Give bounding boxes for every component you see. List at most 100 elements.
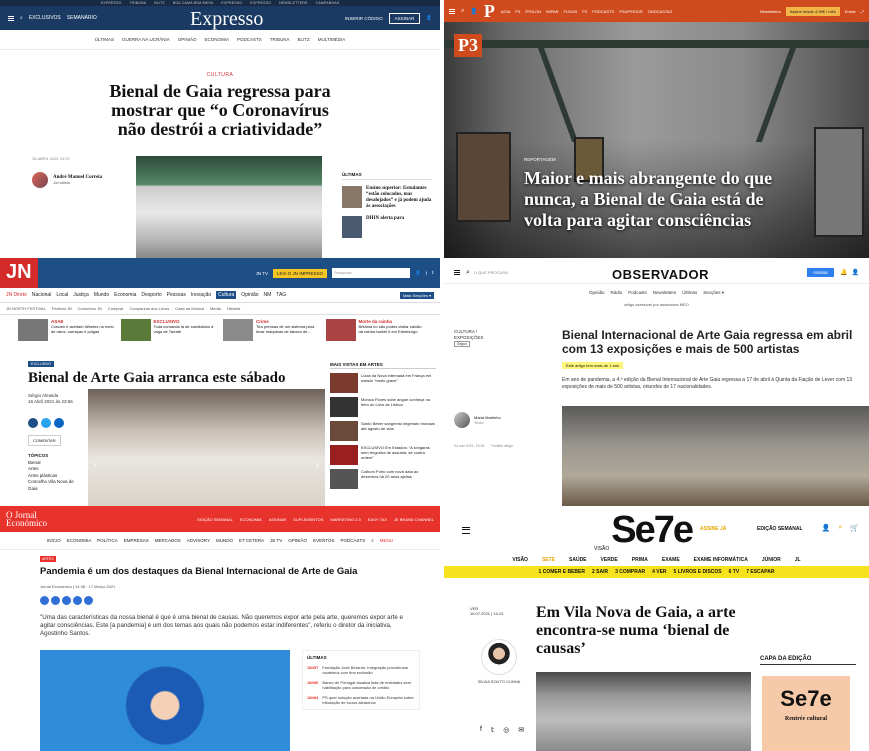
article-tag[interactable]: ARTES — [40, 556, 56, 562]
nav-item[interactable]: Local — [56, 292, 68, 298]
subscribe-button[interactable]: Assinar — [807, 268, 835, 277]
user-icon[interactable]: 👤 — [426, 15, 432, 21]
facebook-icon[interactable]: f — [426, 271, 427, 276]
nav-item[interactable]: PRIMA — [632, 557, 648, 563]
nav-item[interactable]: Nacional — [32, 292, 51, 298]
nav-item[interactable]: IMPAR — [546, 9, 558, 14]
subscribe-button[interactable]: Assine desde 4,99€ / mês — [785, 6, 840, 16]
nav-item[interactable]: Inovação — [191, 292, 211, 298]
top-link[interactable]: CAMPANHAS — [316, 1, 340, 5]
nav-item[interactable]: EDIÇÃO SEMANAL — [197, 517, 233, 522]
nav-item[interactable]: MERCADOS — [155, 538, 181, 543]
bell-icon[interactable]: 🔔 — [840, 269, 847, 276]
list-item[interactable]: 18h54 PS quer solução acertada na União E… — [307, 695, 415, 705]
p3-logo[interactable]: P — [484, 1, 495, 22]
nav-item[interactable]: Desporto — [141, 292, 161, 298]
search-input[interactable]: Pesquisar — [332, 268, 411, 278]
facebook-share-icon[interactable] — [28, 418, 38, 428]
nav-item[interactable]: MUNDO — [216, 538, 233, 543]
nav-item[interactable]: PODCASTS — [237, 37, 262, 42]
email-share-icon[interactable] — [84, 596, 93, 605]
nav-item[interactable]: PODCASTS — [341, 538, 366, 543]
list-item[interactable]: Santo Beber sangrento ilegenato monalal … — [330, 421, 436, 441]
nav-item[interactable]: SUPLEMENTOS — [293, 517, 323, 522]
linkedin-share-icon[interactable] — [62, 596, 71, 605]
nav-item[interactable]: Opinião — [589, 290, 605, 296]
top-link[interactable]: BOA CAMA BOA MESA — [173, 1, 214, 5]
subnav-item[interactable]: Casa da Música — [175, 306, 204, 311]
nav-item[interactable]: ADVISORY — [187, 538, 210, 543]
search-icon[interactable]: ⌕ — [838, 524, 842, 532]
nav-item[interactable]: EVENTOS — [313, 538, 334, 543]
observador-logo[interactable]: OBSERVADOR — [612, 267, 709, 282]
nav-item[interactable]: NM — [264, 292, 272, 298]
nav-item[interactable]: JL — [795, 557, 801, 563]
menu-icon[interactable] — [8, 15, 14, 21]
nav-item[interactable]: PSUPERIOR — [619, 9, 643, 14]
nav-item[interactable]: OPINIÃO — [288, 538, 307, 543]
print-edition-button[interactable]: LEIA O JN IMPRESSO — [273, 268, 328, 278]
nav-item[interactable]: Pessoas — [167, 292, 186, 298]
nav-item[interactable]: EXAME INFORMÁTICA — [694, 557, 748, 563]
nav-item[interactable]: TRIBUNA — [270, 37, 290, 42]
menu-icon[interactable] — [449, 8, 455, 14]
nav-item[interactable]: ET CETERA — [239, 538, 264, 543]
nav-item[interactable]: ÚLTIMAS — [95, 37, 114, 42]
top-link[interactable]: EXPRESSO — [250, 1, 271, 5]
category-label[interactable]: CULTURA / EXPOSIÇÕES — [454, 329, 488, 341]
nav-item[interactable]: Secções ▾ — [703, 290, 724, 296]
subnav-item[interactable]: Media — [210, 306, 221, 311]
expresso-logo[interactable]: Expresso — [190, 8, 263, 31]
topic-link[interactable]: Concelho Vila Nova de Gaia — [28, 479, 78, 492]
jn-tv-link[interactable]: JN TV — [256, 271, 268, 276]
menu-icon[interactable] — [454, 270, 460, 275]
subnav-item[interactable]: História — [227, 306, 241, 311]
whatsapp-share-icon[interactable]: ◎ — [503, 726, 509, 734]
author-name[interactable]: SÍLVIA SOUTO CUNHA — [474, 679, 524, 684]
top-link[interactable]: TRIBUNA — [130, 1, 147, 5]
nav-item[interactable]: TAG — [276, 292, 286, 298]
strip-item[interactable]: EXCLUSIVO Toda comanda lá de candidatos à… — [120, 319, 218, 347]
nav-item[interactable]: PODCASTS — [592, 9, 614, 14]
twitter-share-icon[interactable] — [41, 418, 51, 428]
nav-item[interactable]: FUGAS — [564, 9, 578, 14]
je-logo[interactable]: O Jornal Económico — [6, 511, 47, 528]
search-input[interactable]: O QUE PROCURA — [474, 270, 508, 275]
nav-item[interactable]: P3 — [582, 9, 587, 14]
exclusivos-link[interactable]: EXCLUSIVOS — [29, 15, 61, 21]
login-link[interactable]: Entrar — [845, 9, 856, 14]
subnav-item[interactable]: Companhia dos Livros — [129, 306, 169, 311]
email-share-icon[interactable]: ✉ — [518, 726, 524, 734]
nav-item[interactable]: JE TV — [270, 538, 282, 543]
strip-item[interactable]: ASAE Cravam e aceitam bilhetes no meio de… — [18, 319, 115, 347]
nav-item[interactable]: Opinião — [241, 292, 258, 298]
nav-item[interactable]: OPINIÃO — [178, 37, 197, 42]
nav-item[interactable]: EXAME — [662, 557, 680, 563]
section-link[interactable]: 7 ESCAPAR — [746, 569, 774, 575]
nav-item[interactable]: MULTIMÉDIA — [318, 37, 345, 42]
list-item[interactable]: Ensino superior: Estudantes “estão coloc… — [342, 186, 432, 210]
subnav-item[interactable]: Concertos JN — [78, 306, 102, 311]
nav-item[interactable]: MARKETING 2.0 — [330, 517, 360, 522]
semanario-link[interactable]: SEMANÁRIO — [67, 15, 97, 21]
subscribe-link[interactable]: ASSINE JÁ — [700, 526, 726, 532]
nav-item[interactable]: ONDCASTAZ — [648, 9, 672, 14]
list-item[interactable]: Mónica Flores sobe angue conheça na feir… — [330, 397, 436, 417]
se7e-logo[interactable]: VISÃO Se7e — [594, 509, 694, 552]
email-share-icon[interactable] — [54, 418, 64, 428]
nav-item[interactable]: Newsletters — [653, 290, 677, 296]
share-button[interactable]: Partilhe artigo — [491, 444, 513, 448]
nav-item[interactable]: Justiça — [73, 292, 89, 298]
top-link[interactable]: EXPRESSO — [101, 1, 122, 5]
menu-button[interactable]: MENU — [380, 538, 393, 543]
comment-button[interactable]: COMENTAR — [28, 435, 61, 446]
nav-item[interactable]: BLITZ — [298, 37, 310, 42]
facebook-share-icon[interactable] — [40, 596, 49, 605]
twitter-icon[interactable]: 𝕥 — [432, 270, 434, 276]
top-link[interactable]: BLITZ — [154, 1, 165, 5]
nav-item[interactable]: VISÃO — [512, 557, 528, 563]
section-link[interactable]: 2 SAIR — [592, 569, 608, 575]
user-icon[interactable]: 👤 — [470, 8, 477, 15]
nav-item[interactable]: Últimas — [682, 290, 697, 296]
prev-arrow-icon[interactable]: ‹ — [94, 459, 97, 470]
